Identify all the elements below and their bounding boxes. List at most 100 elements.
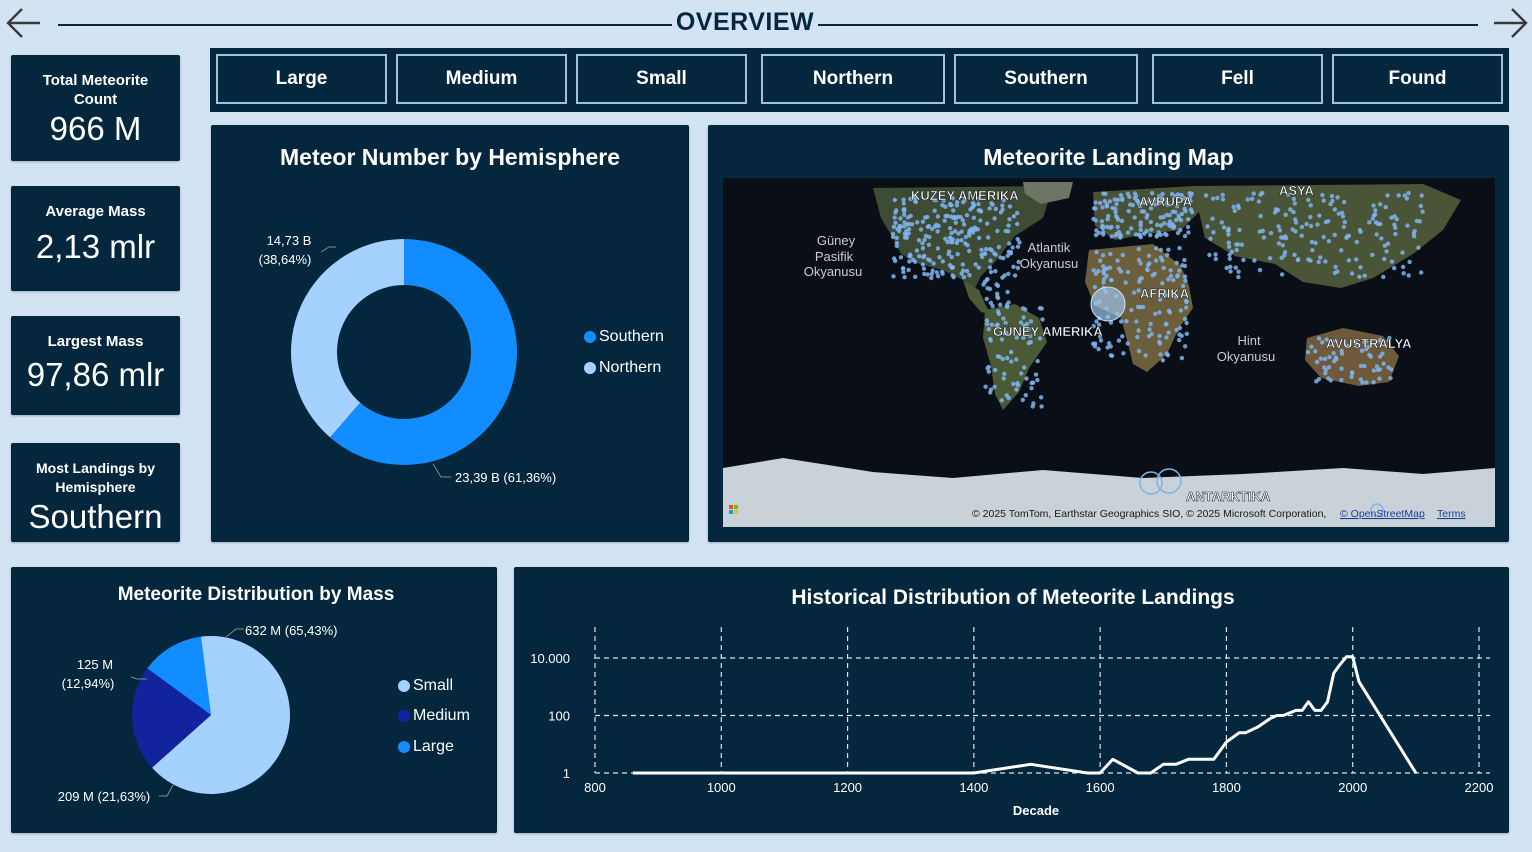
landing-point — [901, 197, 906, 202]
landing-point — [1279, 272, 1285, 277]
landing-point — [1213, 252, 1218, 257]
landing-point — [902, 212, 907, 217]
landing-point — [1175, 274, 1180, 279]
landing-point — [920, 241, 925, 246]
landing-point — [934, 270, 940, 275]
landing-point — [1099, 219, 1105, 224]
landing-point — [1346, 258, 1351, 263]
filter-small-button[interactable]: Small — [576, 54, 747, 104]
landing-point — [1164, 212, 1169, 218]
history-line-chart[interactable]: 800 1000 1200 1400 1600 1800 2000 2200 1 100 10.00… — [514, 567, 1509, 833]
landing-point — [1119, 319, 1124, 324]
landing-point — [1038, 395, 1044, 400]
landing-point — [1309, 239, 1315, 245]
filter-large-button[interactable]: Large — [216, 54, 387, 104]
back-arrow-button[interactable] — [4, 6, 42, 40]
map-title: Meteorite Landing Map — [983, 144, 1234, 170]
landing-point — [1182, 344, 1188, 349]
filter-medium-button[interactable]: Medium — [396, 54, 567, 104]
landing-point — [1256, 199, 1262, 204]
landing-point — [1166, 277, 1171, 282]
landing-point — [1109, 234, 1114, 239]
landing-point — [898, 216, 903, 221]
landing-point — [1393, 231, 1398, 237]
history-chart-panel[interactable]: Historical Distribution of Meteorite Lan… — [514, 567, 1509, 833]
landing-point — [1153, 258, 1159, 263]
landing-point — [1040, 317, 1045, 322]
landing-point — [1215, 195, 1220, 201]
landing-point — [1020, 397, 1025, 403]
landing-point — [1136, 328, 1141, 333]
landing-point — [1011, 381, 1016, 387]
landing-point — [1205, 224, 1210, 229]
legend-item-northern[interactable]: Northern — [584, 359, 661, 377]
landing-point — [973, 227, 978, 232]
terms-link[interactable]: Terms — [1437, 508, 1466, 520]
landing-point — [1098, 258, 1103, 263]
kpi-label: Largest Mass — [47, 333, 144, 350]
landing-point — [1183, 278, 1188, 283]
meteorite-landing-map[interactable]: KUZEY AMERIKA AVRUPA ASYA AFRIKA GÜNEY A… — [723, 178, 1495, 527]
landing-point — [1132, 215, 1137, 220]
landing-point — [1331, 351, 1336, 356]
landing-point — [1161, 265, 1166, 271]
landing-point — [1320, 192, 1325, 198]
landing-point — [1186, 230, 1191, 235]
landing-point — [1228, 269, 1233, 274]
landing-point — [900, 266, 906, 271]
landing-point — [1157, 339, 1162, 345]
landing-point — [1179, 355, 1185, 361]
landing-point — [992, 251, 997, 256]
landing-point — [1186, 217, 1191, 222]
landing-point — [920, 246, 926, 251]
landing-point — [1033, 372, 1039, 377]
legend-item-medium[interactable]: Medium — [398, 707, 470, 725]
landing-point — [1136, 257, 1142, 263]
forward-arrow-button[interactable] — [1492, 6, 1530, 40]
legend-item-small[interactable]: Small — [398, 677, 453, 695]
landing-point — [1371, 368, 1376, 373]
landing-point — [1136, 348, 1142, 354]
landing-point — [1419, 193, 1424, 198]
label-indian: Okyanusu — [1217, 349, 1276, 364]
landing-point — [1182, 257, 1187, 263]
landing-point — [1101, 280, 1106, 285]
mass-pie-chart[interactable]: 632 M (65,43%) 125 M (12,94%) 209 M (21,… — [11, 567, 497, 833]
landing-point — [1406, 273, 1411, 278]
landing-point — [897, 223, 902, 229]
landing-point — [1245, 197, 1250, 202]
landing-point — [1092, 206, 1097, 211]
landing-point — [1234, 247, 1239, 253]
kpi-value: 966 M — [49, 110, 142, 147]
landing-point — [1354, 239, 1359, 245]
landing-point — [1277, 228, 1283, 233]
landing-point — [1144, 228, 1149, 234]
landing-point — [988, 258, 993, 263]
legend-item-large[interactable]: Large — [398, 738, 454, 756]
filter-fell-button[interactable]: Fell — [1152, 54, 1323, 104]
landing-point — [1177, 325, 1183, 331]
landing-point — [902, 231, 908, 236]
landing-point — [1362, 273, 1367, 278]
legend-item-southern[interactable]: Southern — [584, 328, 664, 346]
filter-northern-button[interactable]: Northern — [761, 54, 945, 104]
landing-point — [913, 274, 918, 279]
landing-point — [1318, 356, 1323, 361]
openstreetmap-link[interactable]: © OpenStreetMap — [1340, 508, 1425, 520]
landing-point — [918, 227, 924, 232]
donut-slice-northern[interactable] — [291, 239, 404, 438]
filter-found-button[interactable]: Found — [1332, 54, 1503, 104]
landing-point — [1148, 219, 1154, 225]
filter-southern-button[interactable]: Southern — [954, 54, 1138, 104]
landing-point — [1296, 257, 1301, 262]
landing-point — [923, 233, 929, 239]
mass-chart-panel[interactable]: Meteorite Distribution by Mass 632 M (65… — [11, 567, 497, 833]
landing-point — [1160, 358, 1166, 363]
landing-point — [1371, 380, 1376, 385]
hemisphere-chart-panel[interactable]: Meteor Number by Hemisphere 14,73 B (38,… — [211, 125, 689, 542]
landing-point — [1332, 270, 1338, 276]
landing-point — [1015, 381, 1020, 386]
label-indian: Hint — [1237, 333, 1261, 348]
landing-point — [1158, 215, 1163, 220]
landing-point — [1104, 202, 1109, 207]
